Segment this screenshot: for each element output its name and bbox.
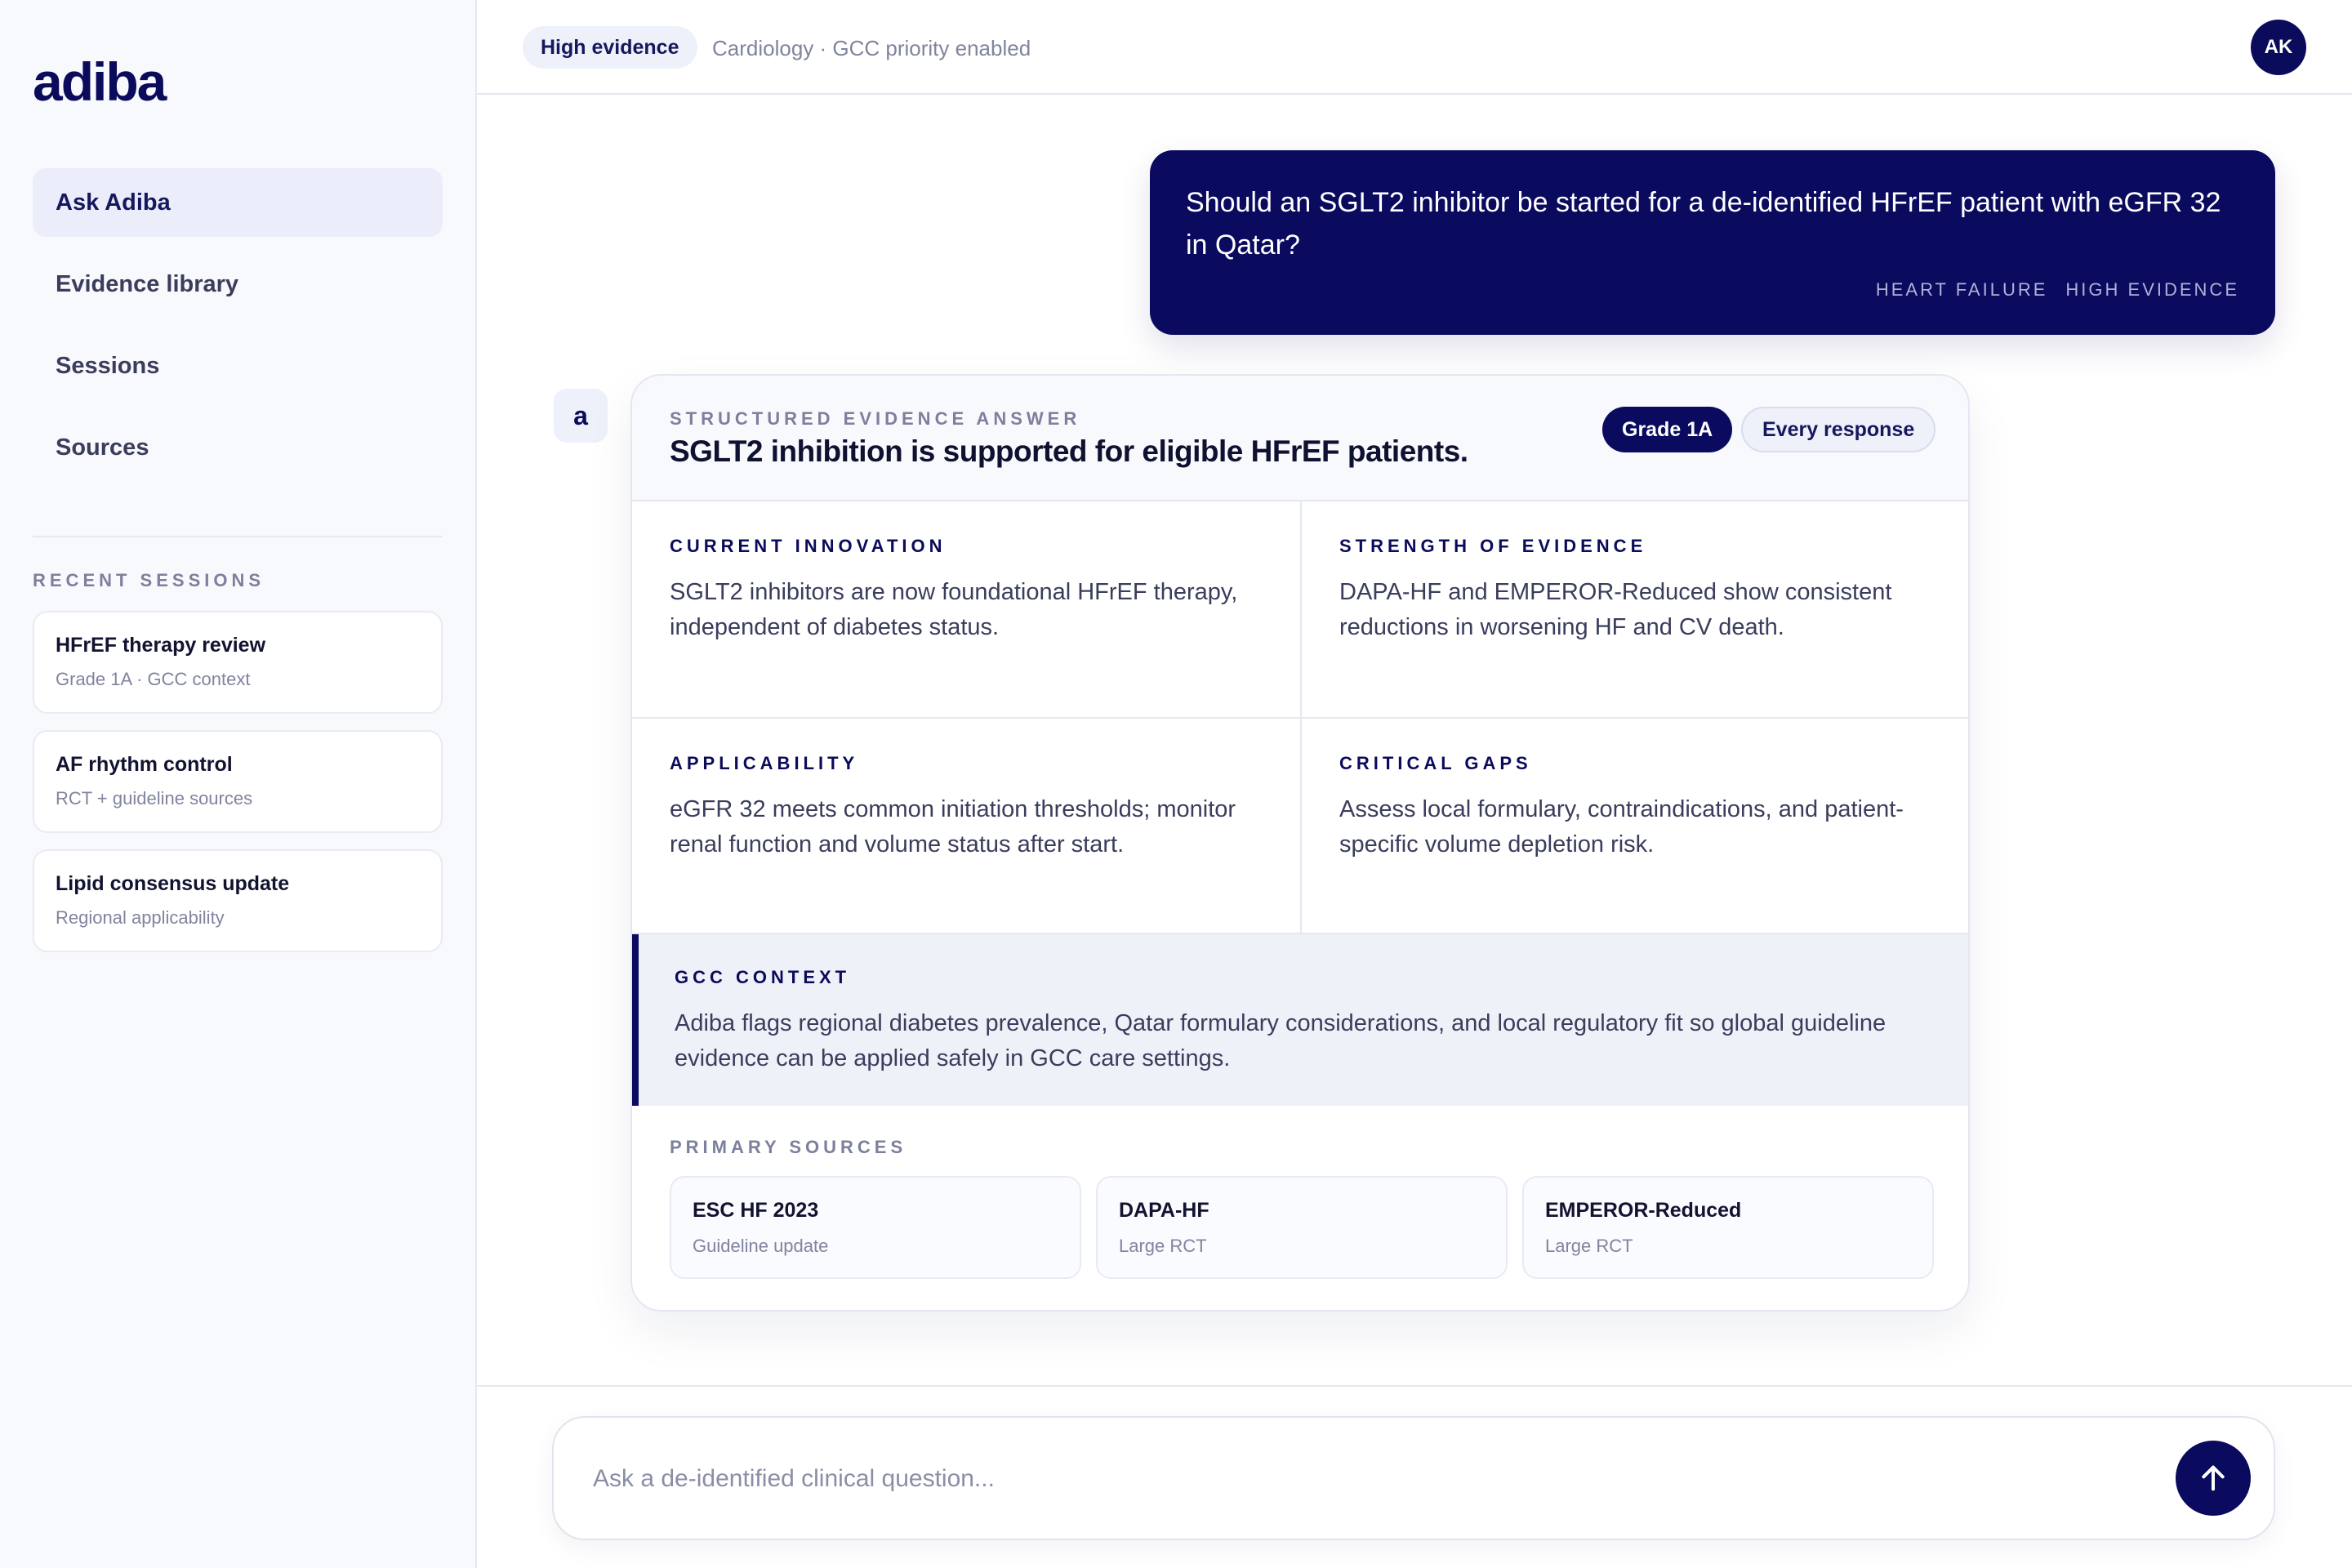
session-title: AF rhythm control: [56, 753, 233, 776]
primary-sources-heading: PRIMARY SOURCES: [670, 1137, 907, 1157]
source-name: EMPEROR-Reduced: [1545, 1199, 1742, 1222]
source-type: Large RCT: [1545, 1236, 1633, 1256]
gcc-text: Adiba flags regional diabetes prevalence…: [675, 1010, 1886, 1071]
session-title: HFrEF therapy review: [56, 634, 266, 657]
session-subtitle: Grade 1A · GCC context: [56, 669, 251, 689]
cell-text: eGFR 32 meets common initiation threshol…: [670, 796, 1236, 858]
user-message-bubble: Should an SGLT2 inhibitor be started for…: [1150, 150, 2275, 335]
gcc-context-callout: GCC CONTEXT Adiba flags regional diabete…: [632, 934, 1968, 1106]
nav-item-sources[interactable]: Sources: [33, 413, 443, 482]
nav-item-label: Evidence library: [56, 270, 239, 297]
cell-text: SGLT2 inhibitors are now foundational HF…: [670, 579, 1238, 640]
nav-item-sessions[interactable]: Sessions: [33, 332, 443, 400]
composer-area: [477, 1385, 2352, 1568]
gcc-kicker: GCC CONTEXT: [675, 967, 851, 987]
sidebar: adiba Ask Adiba Evidence library Session…: [0, 0, 477, 1568]
source-name: DAPA-HF: [1119, 1199, 1209, 1222]
answer-kicker: STRUCTURED EVIDENCE ANSWER: [670, 408, 1081, 429]
arrow-up-icon: [2202, 1465, 2225, 1491]
composer: [552, 1416, 2275, 1540]
session-title: Lipid consensus update: [56, 872, 290, 895]
grid-divider-horizontal: [632, 717, 1968, 719]
cell-text: DAPA-HF and EMPEROR-Reduced show consist…: [1339, 579, 1892, 640]
session-card-lipid[interactable]: Lipid consensus update Regional applicab…: [33, 849, 443, 952]
user-message-tags: HEART FAILURE HIGH EVIDENCE: [1876, 279, 2239, 301]
user-message-text: Should an SGLT2 inhibitor be started for…: [1186, 187, 2221, 261]
nav-item-evidence-library[interactable]: Evidence library: [33, 250, 443, 318]
nav-item-label: Sources: [56, 434, 149, 461]
cell-kicker: CURRENT INNOVATION: [670, 536, 947, 556]
cell-critical-gaps: CRITICAL GAPS Assess local formulary, co…: [1302, 719, 1968, 862]
answer-title: SGLT2 inhibition is supported for eligib…: [670, 434, 1468, 468]
tag-high-evidence: HIGH EVIDENCE: [2065, 279, 2239, 300]
question-input[interactable]: [593, 1450, 2128, 1508]
specialty-context: Cardiology · GCC priority enabled: [712, 36, 1031, 60]
session-subtitle: Regional applicability: [56, 907, 225, 928]
tag-heart-failure: HEART FAILURE: [1875, 279, 2048, 300]
user-avatar[interactable]: AK: [2251, 20, 2306, 75]
source-name: ESC HF 2023: [693, 1199, 819, 1222]
source-type: Guideline update: [693, 1236, 829, 1256]
cell-kicker: APPLICABILITY: [670, 753, 859, 773]
source-type: Large RCT: [1119, 1236, 1207, 1256]
evidence-level-pill[interactable]: High evidence: [523, 26, 697, 69]
cell-text: Assess local formulary, contraindication…: [1339, 796, 1904, 858]
session-subtitle: RCT + guideline sources: [56, 788, 253, 808]
nav-item-label: Sessions: [56, 352, 160, 379]
recent-sessions-heading: RECENT SESSIONS: [33, 570, 265, 590]
nav-item-label: Ask Adiba: [56, 189, 171, 216]
cell-strength-of-evidence: STRENGTH OF EVIDENCE DAPA-HF and EMPEROR…: [1302, 501, 1968, 645]
source-card-dapa-hf[interactable]: DAPA-HF Large RCT: [1096, 1176, 1508, 1279]
top-bar: High evidence Cardiology · GCC priority …: [477, 0, 2352, 95]
cell-kicker: CRITICAL GAPS: [1339, 753, 1532, 773]
send-button[interactable]: [2176, 1441, 2251, 1516]
cell-kicker: STRENGTH OF EVIDENCE: [1339, 536, 1647, 556]
cell-current-innovation: CURRENT INNOVATION SGLT2 inhibitors are …: [632, 501, 1300, 645]
source-card-esc-hf[interactable]: ESC HF 2023 Guideline update: [670, 1176, 1081, 1279]
assistant-avatar: a: [554, 389, 608, 443]
nav-item-ask-adiba[interactable]: Ask Adiba: [33, 168, 443, 237]
evidence-answer-card: STRUCTURED EVIDENCE ANSWER SGLT2 inhibit…: [630, 374, 1970, 1312]
app-logo[interactable]: adiba: [33, 51, 167, 113]
every-response-badge[interactable]: Every response: [1741, 407, 1936, 452]
session-card-af[interactable]: AF rhythm control RCT + guideline source…: [33, 730, 443, 833]
answer-header: STRUCTURED EVIDENCE ANSWER SGLT2 inhibit…: [632, 376, 1968, 501]
cell-applicability: APPLICABILITY eGFR 32 meets common initi…: [632, 719, 1300, 862]
sidebar-divider: [33, 536, 443, 537]
session-card-hfref[interactable]: HFrEF therapy review Grade 1A · GCC cont…: [33, 611, 443, 714]
source-card-emperor-reduced[interactable]: EMPEROR-Reduced Large RCT: [1522, 1176, 1934, 1279]
grade-badge: Grade 1A: [1602, 407, 1733, 452]
